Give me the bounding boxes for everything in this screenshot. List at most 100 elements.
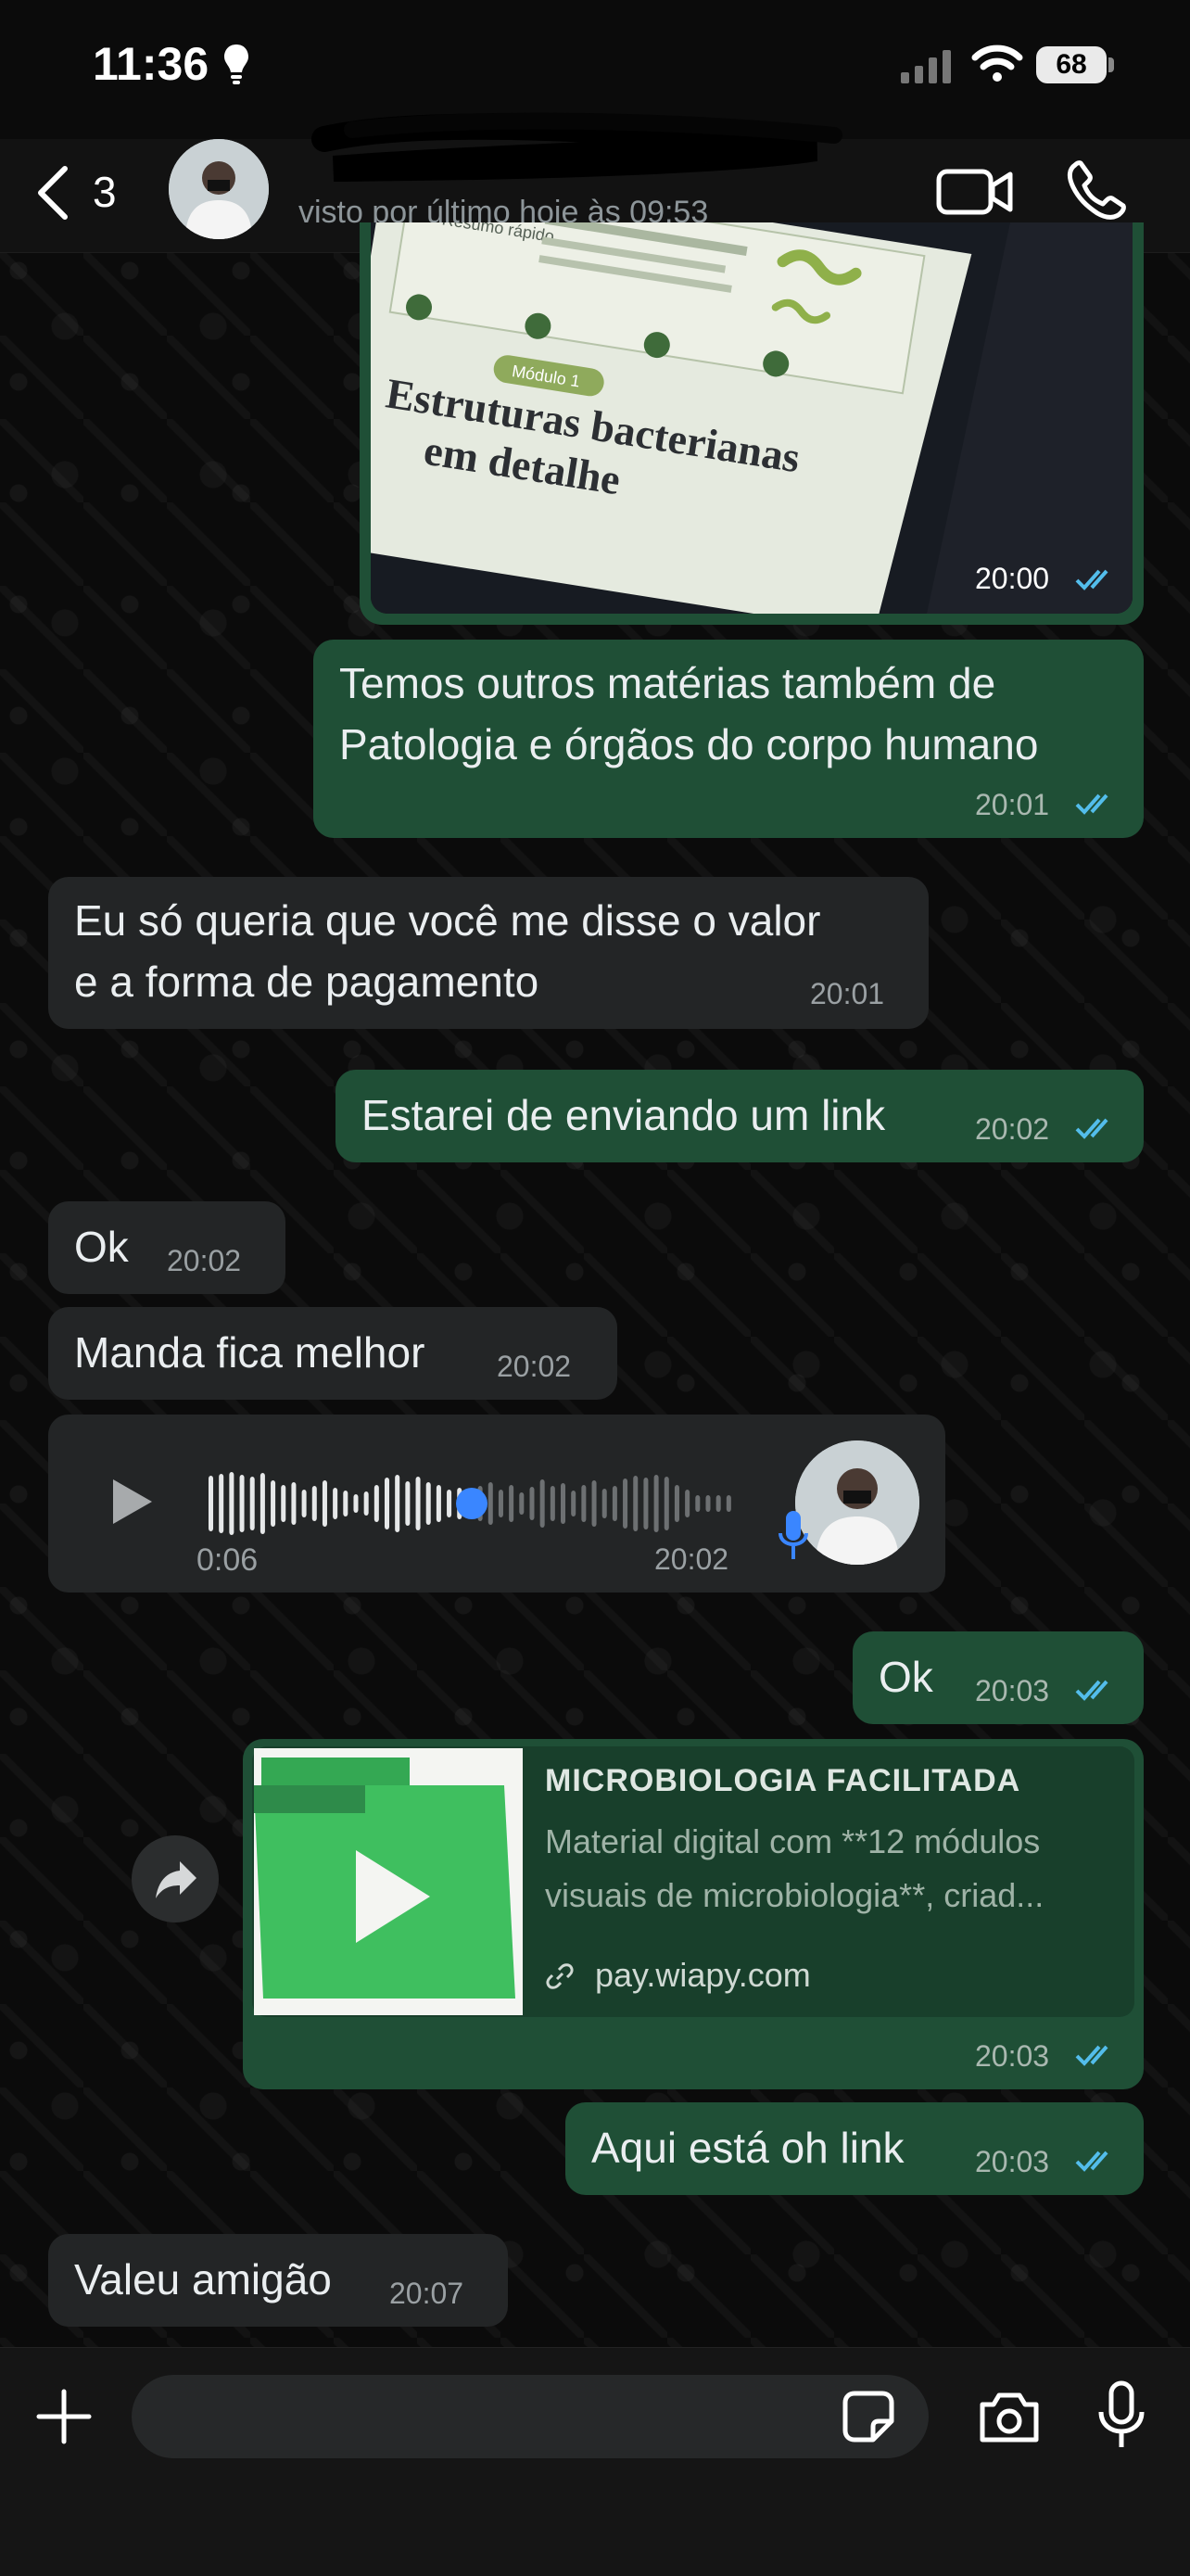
waveform-bar xyxy=(373,1485,379,1522)
message-time: 20:02 xyxy=(654,1542,729,1576)
waveform-bar xyxy=(363,1491,369,1516)
sticker-icon[interactable] xyxy=(842,2390,895,2443)
read-ticks-icon xyxy=(1075,2151,1108,2172)
waveform-bar xyxy=(726,1495,731,1512)
waveform-bar xyxy=(715,1495,721,1512)
lightbulb-icon xyxy=(224,44,248,84)
unread-count[interactable]: 3 xyxy=(93,167,117,217)
outgoing-message[interactable]: Estarei de enviando um link 20:02 xyxy=(335,1070,1144,1162)
waveform-bar xyxy=(519,1492,525,1515)
forward-arrow-icon xyxy=(156,1861,196,1898)
audio-waveform[interactable] xyxy=(208,1466,736,1541)
message-time: 20:02 xyxy=(167,1244,242,1277)
waveform-bar xyxy=(539,1479,545,1528)
waveform-bar xyxy=(301,1490,307,1517)
back-chevron-icon[interactable] xyxy=(33,165,74,221)
waveform-bar xyxy=(291,1482,297,1525)
playback-position-handle xyxy=(456,1488,487,1519)
outgoing-message[interactable]: Ok 20:03 xyxy=(853,1631,1144,1724)
contact-name-redacted xyxy=(311,112,842,182)
message-text: Eu só queria que você me disse o valor e… xyxy=(74,896,821,1006)
waveform-bar xyxy=(695,1495,701,1512)
waveform-bar xyxy=(425,1482,431,1525)
waveform-bar xyxy=(705,1495,711,1512)
microphone-icon[interactable] xyxy=(1095,2380,1147,2451)
waveform-bar xyxy=(405,1481,411,1526)
waveform-bar xyxy=(498,1490,503,1517)
message-time: 20:03 xyxy=(975,1674,1050,1707)
message-text: Aqui está oh link xyxy=(591,2124,905,2172)
waveform-bar xyxy=(281,1485,286,1522)
outgoing-message[interactable]: Temos outros matérias também de Patologi… xyxy=(313,640,1144,838)
link-icon xyxy=(546,1963,574,1989)
battery-tip xyxy=(1108,57,1114,72)
waveform-bar xyxy=(623,1478,628,1529)
message-time: 20:02 xyxy=(975,1112,1050,1146)
waveform-bar xyxy=(591,1480,597,1527)
signal-icon xyxy=(901,50,951,83)
waveform-bar xyxy=(664,1477,669,1530)
camera-icon[interactable] xyxy=(977,2390,1042,2443)
sender-avatar xyxy=(795,1440,919,1565)
read-ticks-icon xyxy=(1075,1680,1108,1701)
forward-button[interactable] xyxy=(132,1835,219,1922)
waveform-bar xyxy=(249,1477,255,1530)
read-ticks-icon xyxy=(1075,793,1108,815)
message-time: 20:03 xyxy=(975,2145,1050,2178)
mic-badge-icon xyxy=(779,1511,808,1559)
waveform-bar xyxy=(353,1494,359,1513)
waveform-bar xyxy=(561,1483,566,1524)
message-text: Temos outros matérias também de Patologi… xyxy=(339,659,1039,768)
message-time: 20:00 xyxy=(975,562,1050,595)
waveform-bar xyxy=(271,1480,276,1527)
incoming-message[interactable]: Valeu amigão 20:07 xyxy=(48,2234,508,2327)
waveform-bar xyxy=(343,1491,348,1516)
play-icon[interactable] xyxy=(109,1476,156,1528)
waveform-bar xyxy=(571,1491,576,1516)
waveform-bar xyxy=(487,1482,493,1525)
waveform-bar xyxy=(395,1475,400,1532)
status-time: 11:36 xyxy=(93,38,209,90)
message-time: 20:01 xyxy=(975,788,1050,821)
incoming-message[interactable]: Eu só queria que você me disse o valor e… xyxy=(48,877,929,1029)
message-time: 20:07 xyxy=(389,2277,464,2310)
outgoing-message[interactable]: Aqui está oh link 20:03 xyxy=(565,2102,1144,2195)
waveform-bar xyxy=(239,1475,245,1532)
contact-avatar[interactable] xyxy=(169,139,269,239)
waveform-bar xyxy=(653,1475,659,1532)
video-call-icon[interactable] xyxy=(936,167,1014,217)
voice-duration: 0:06 xyxy=(196,1542,259,1578)
link-description: Material digital com **12 módulos visuai… xyxy=(545,1822,1044,1914)
read-ticks-icon xyxy=(1075,1118,1108,1139)
waveform-bar xyxy=(509,1485,514,1522)
waveform-bar xyxy=(260,1473,265,1534)
message-text: Estarei de enviando um link xyxy=(361,1091,886,1139)
waveform-bar xyxy=(529,1487,535,1520)
link-domain[interactable]: pay.wiapy.com xyxy=(595,1956,811,1995)
wifi-icon xyxy=(971,44,1023,82)
message-time: 20:03 xyxy=(975,2039,1050,2073)
phone-call-icon[interactable] xyxy=(1066,159,1127,221)
message-text: Ok xyxy=(879,1653,933,1701)
waveform-bar xyxy=(311,1486,317,1521)
waveform-bar xyxy=(643,1478,649,1529)
waveform-bar xyxy=(633,1476,639,1531)
message-input[interactable] xyxy=(132,2375,929,2458)
waveform-bar xyxy=(674,1485,679,1522)
link-title: MICROBIOLOGIA FACILITADA xyxy=(545,1763,1021,1798)
incoming-message[interactable]: Ok 20:02 xyxy=(48,1201,285,1294)
image-attachment[interactable]: Resumo rápido Módulo 1 Estruturas bacter… xyxy=(371,222,1133,614)
link-thumbnail xyxy=(254,1748,523,2015)
message-text: Valeu amigão xyxy=(74,2255,332,2303)
message-time: 20:02 xyxy=(497,1350,572,1383)
message-text: Ok xyxy=(74,1223,129,1271)
read-ticks-icon xyxy=(1075,2045,1108,2066)
waveform-bar xyxy=(436,1485,441,1522)
plus-icon[interactable] xyxy=(33,2386,95,2447)
waveform-bar xyxy=(385,1478,390,1529)
waveform-bar xyxy=(219,1474,224,1533)
battery-level: 68 xyxy=(1036,46,1107,83)
waveform-bar xyxy=(209,1476,214,1531)
message-text: Manda fica melhor xyxy=(74,1328,425,1377)
incoming-message[interactable]: Manda fica melhor 20:02 xyxy=(48,1307,617,1400)
